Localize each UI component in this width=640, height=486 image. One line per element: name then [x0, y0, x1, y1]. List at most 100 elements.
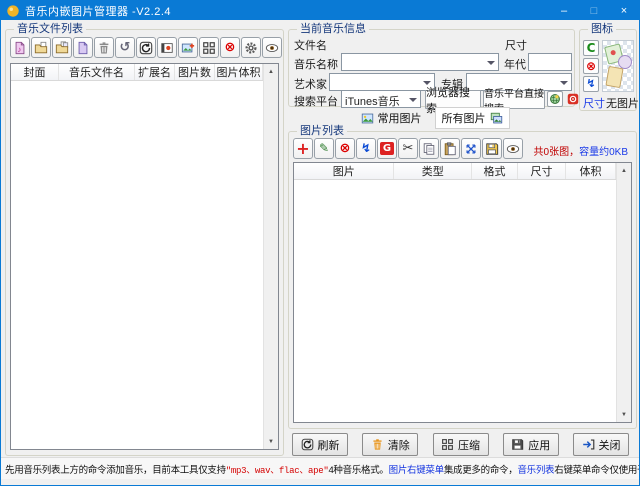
music-toolbar: ♪ ↺ ⊗ [10, 37, 282, 58]
apply-button[interactable]: 应用 [503, 433, 559, 456]
column-header-1[interactable]: 图片 [294, 163, 394, 179]
music-list-header: 封面音乐文件名扩展名图片数图片体积 [11, 64, 263, 81]
chevron-down-icon [487, 61, 495, 69]
icon-preview[interactable] [602, 40, 634, 92]
scroll-down-icon[interactable]: ▼ [617, 407, 631, 422]
settings-button[interactable] [241, 37, 261, 58]
column-header-1[interactable]: 封面 [11, 64, 59, 80]
column-header-4[interactable]: 图片数 [175, 64, 215, 80]
year-input[interactable] [528, 53, 572, 71]
scroll-up-icon[interactable]: ▲ [617, 163, 631, 178]
sync-image-button[interactable]: ↯ [356, 138, 376, 159]
remove-icon: ⊗ [586, 60, 596, 72]
icon-remove-button[interactable]: ⊗ [583, 58, 599, 74]
image-toolbar: + ✎⊗↯G✂ [293, 138, 523, 159]
cut-image-button[interactable]: ✂ [398, 138, 418, 159]
compress-button[interactable]: 压缩 [433, 433, 489, 456]
app-window: 音乐内嵌图片管理器 -V2.2.4 – □ × 音乐文件列表 ♪↺⊗ 封面音乐文… [0, 0, 640, 486]
undo-icon: ↺ [120, 41, 131, 54]
icon-refresh-button[interactable]: C [583, 40, 599, 56]
delete-image-button[interactable]: ⊗ [335, 138, 355, 159]
batch-compress-button[interactable] [199, 37, 219, 58]
export-image-button[interactable] [178, 37, 198, 58]
about-icon [265, 41, 279, 55]
sync-icon: ↯ [586, 78, 595, 90]
music-name-label: 音乐名称 [294, 56, 338, 72]
apply-save-icon [511, 438, 524, 451]
grid-compress-icon [441, 438, 454, 451]
web-search-button[interactable] [547, 91, 563, 107]
add-image-button[interactable]: + [293, 138, 313, 159]
platform-combo[interactable]: iTunes音乐 [341, 90, 421, 108]
footer-buttons: 刷新清除压缩应用关闭 [292, 433, 629, 456]
title-bar: 音乐内嵌图片管理器 -V2.2.4 – □ × [1, 1, 639, 20]
column-header-3[interactable]: 格式 [472, 163, 518, 179]
gif-button[interactable]: G [377, 138, 397, 159]
column-header-2[interactable]: 音乐文件名 [59, 64, 135, 80]
edit-image-button[interactable]: ✎ [314, 138, 334, 159]
globe-icon [549, 93, 561, 105]
artist-label: 艺术家 [294, 76, 327, 92]
add-music-file-button[interactable]: ♪ [10, 37, 30, 58]
music-name-combo[interactable] [341, 53, 499, 71]
add-music-folder-button[interactable] [52, 37, 72, 58]
platform-label: 搜索平台 [294, 93, 338, 109]
column-header-4[interactable]: 尺寸 [518, 163, 566, 179]
paste-image-icon [443, 142, 457, 156]
images-stack-icon [490, 112, 503, 125]
icon-group-caption: 图标 [588, 23, 616, 36]
column-header-3[interactable]: 扩展名 [135, 64, 175, 80]
refresh-icon: C [587, 42, 596, 54]
maximize-button[interactable]: □ [579, 1, 609, 20]
save-image-button[interactable] [482, 138, 502, 159]
add-music-files-button[interactable] [31, 37, 51, 58]
chevron-down-icon [560, 81, 568, 89]
convert-button[interactable] [157, 37, 177, 58]
paste-image-button[interactable] [440, 138, 460, 159]
preview-image-button[interactable] [503, 138, 523, 159]
tab-common-images[interactable]: 常用图片 [354, 107, 429, 129]
close-button[interactable]: 关闭 [573, 433, 629, 456]
paste-file-button[interactable] [73, 37, 93, 58]
music-list-group: 音乐文件列表 ♪↺⊗ 封面音乐文件名扩展名图片数图片体积 ▲ ▼ [5, 29, 284, 456]
cancel-task-button[interactable]: ⊗ [220, 37, 240, 58]
delete-music-button[interactable] [94, 37, 114, 58]
add-music-files-icon [34, 41, 48, 55]
image-list-scrollbar[interactable]: ▲ ▼ [616, 163, 631, 422]
clear-button[interactable]: 清除 [362, 433, 418, 456]
close-door-icon [582, 438, 595, 451]
no-image-label: 无图片 [606, 95, 639, 111]
image-listview[interactable]: 图片类型格式尺寸体积 ▲ ▼ [293, 162, 632, 423]
icon-size-label: 尺寸 [583, 95, 605, 111]
trash-orange-icon [371, 438, 384, 451]
close-window-button[interactable]: × [609, 1, 639, 20]
paste-file-icon [76, 41, 90, 55]
size-label: 尺寸 [505, 37, 527, 53]
music-listview[interactable]: 封面音乐文件名扩展名图片数图片体积 ▲ ▼ [10, 63, 279, 450]
image-summary: 共0张图，容量约0KB [534, 143, 628, 158]
column-header-2[interactable]: 类型 [394, 163, 472, 179]
icon-sync-button[interactable]: ↯ [583, 76, 599, 92]
refresh-boxed-icon [301, 438, 314, 451]
status-bar: 先用音乐列表上方的命令添加音乐，目前本工具仅支持"mp3、wav、flac、ap… [1, 457, 639, 479]
scroll-down-icon[interactable]: ▼ [264, 434, 278, 449]
copy-image-button[interactable] [419, 138, 439, 159]
minimize-button[interactable]: – [549, 1, 579, 20]
music-list-scrollbar[interactable]: ▲ ▼ [263, 64, 278, 449]
batch-compress-icon [202, 41, 216, 55]
refresh-button[interactable]: 刷新 [292, 433, 348, 456]
status-text: 先用音乐列表上方的命令添加音乐，目前本工具仅支持"mp3、wav、flac、ap… [5, 462, 640, 476]
undo-button[interactable]: ↺ [115, 37, 135, 58]
artist-combo[interactable] [329, 73, 435, 91]
current-info-group: 当前音乐信息 文件名 尺寸 音乐名称 年代 艺术家 专辑 搜索平台 iTunes… [288, 29, 575, 107]
preview-image-icon [506, 142, 520, 156]
column-header-5[interactable]: 图片体积 [215, 64, 263, 80]
resize-image-button[interactable] [461, 138, 481, 159]
image-list-group: 图片列表 +✎⊗↯G✂ 共0张图，容量约0KB 图片类型格式尺寸体积 ▲ ▼ [288, 131, 637, 429]
column-header-5[interactable]: 体积 [566, 163, 616, 179]
tab-all-images[interactable]: 所有图片 [435, 107, 510, 129]
about-button[interactable] [262, 37, 282, 58]
add-image-icon: + [296, 143, 309, 155]
refresh-list-button[interactable] [136, 37, 156, 58]
scroll-up-icon[interactable]: ▲ [264, 64, 278, 79]
